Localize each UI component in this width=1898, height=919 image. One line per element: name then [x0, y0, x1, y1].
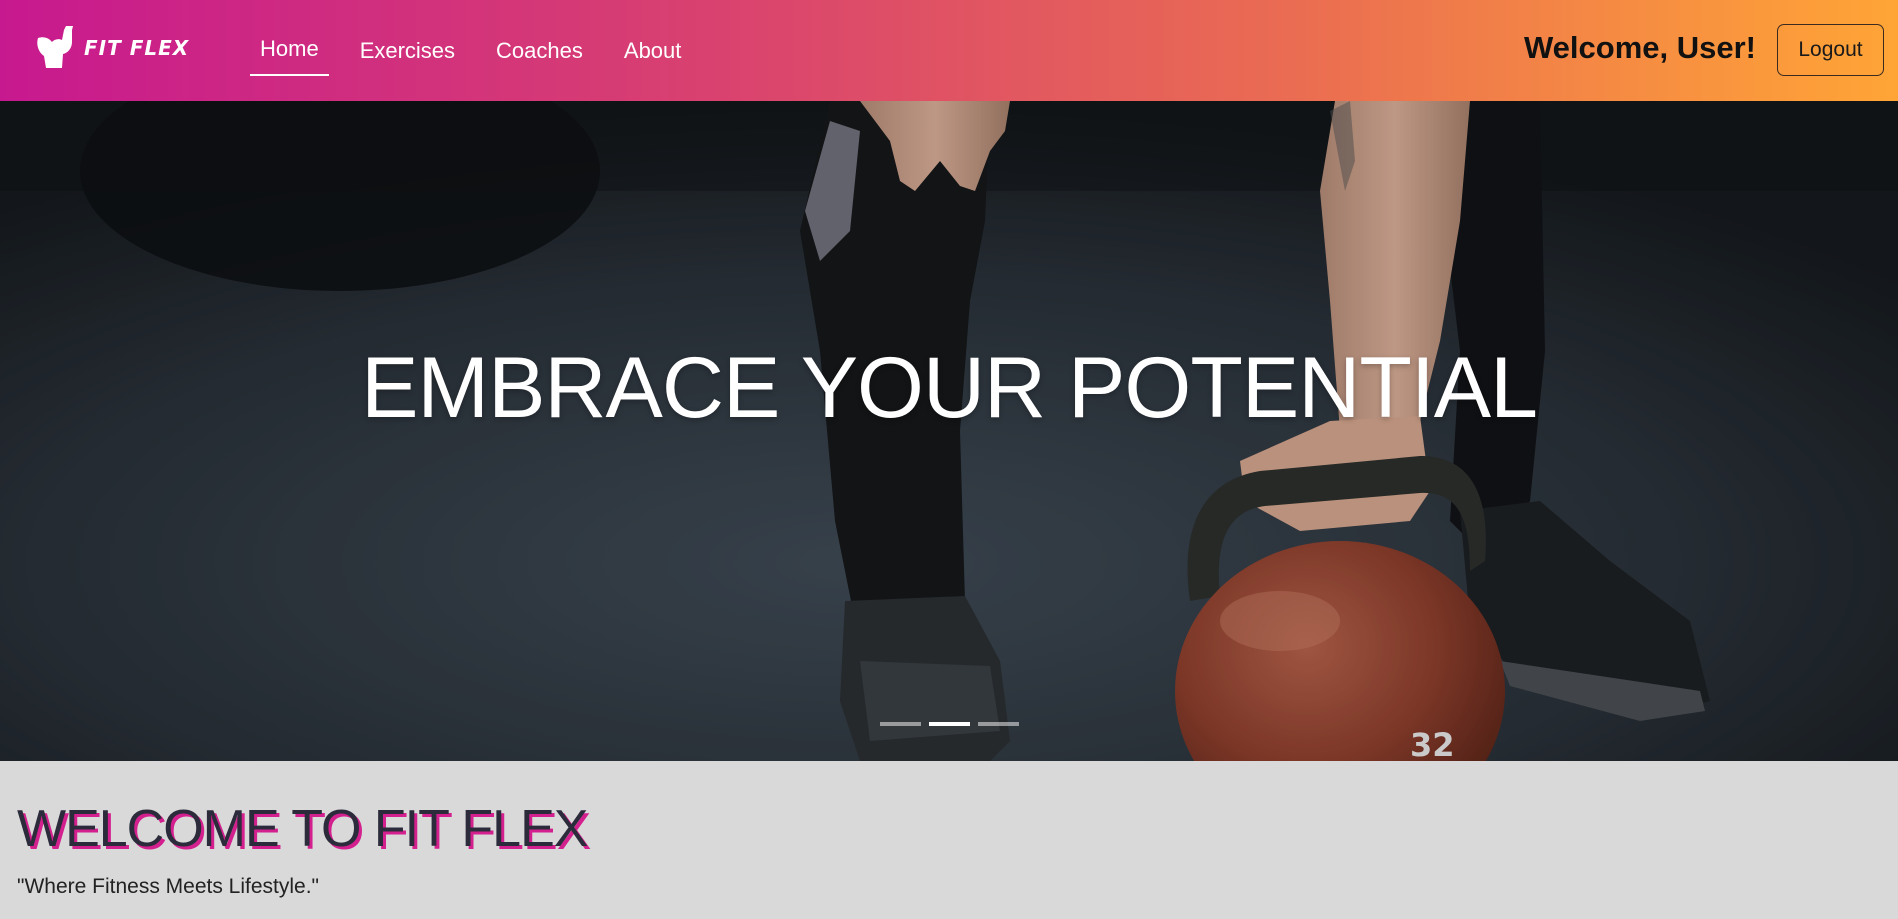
welcome-user-text: Welcome, User! [1523, 30, 1756, 65]
hero-carousel: 32 EMBRACE YOUR POTENTIAL [0, 101, 1898, 761]
carousel-indicator-2[interactable] [928, 722, 970, 726]
welcome-tagline: "Where Fitness Meets Lifestyle." [17, 875, 320, 898]
carousel-indicators [0, 722, 1898, 726]
brand-name: FIT FLEX [84, 36, 190, 60]
carousel-indicator-1[interactable] [879, 722, 921, 726]
main-nav: Home Exercises Coaches About [250, 0, 712, 101]
hero-title: EMBRACE YOUR POTENTIAL [361, 340, 1538, 436]
welcome-section: WELCOME TO FIT FLEX "Where Fitness Meets… [0, 761, 1898, 919]
nav-item-coaches[interactable]: Coaches [486, 29, 593, 73]
nav-item-exercises[interactable]: Exercises [350, 29, 465, 73]
nav-item-about[interactable]: About [614, 29, 692, 73]
flexed-arm-icon [37, 26, 73, 68]
brand-logo[interactable]: FIT FLEX [32, 24, 189, 72]
welcome-heading: WELCOME TO FIT FLEX [17, 800, 588, 858]
nav-item-home[interactable]: Home [250, 27, 329, 76]
navbar: FIT FLEX Home Exercises Coaches About We… [0, 0, 1898, 101]
logout-button[interactable]: Logout [1777, 24, 1884, 76]
carousel-indicator-3[interactable] [977, 722, 1019, 726]
